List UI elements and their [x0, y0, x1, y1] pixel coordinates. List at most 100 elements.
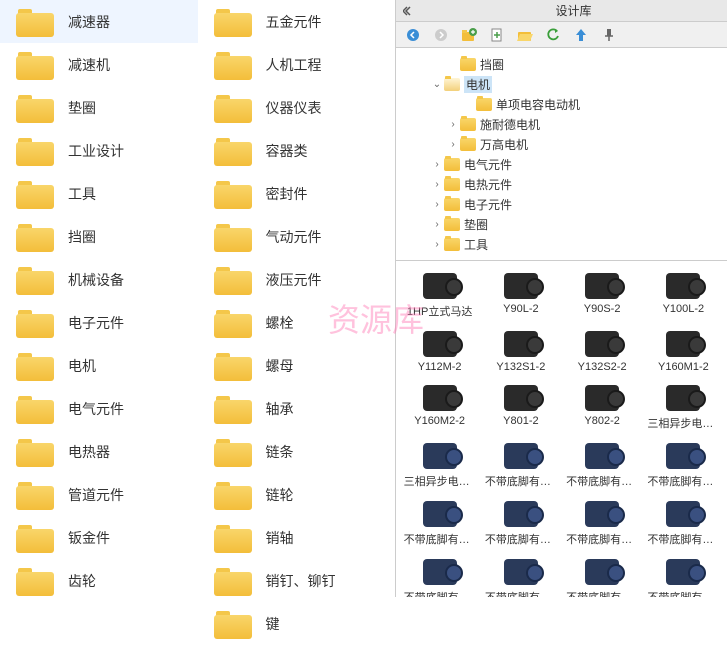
motor-thumbnail-icon: [504, 273, 538, 299]
folder-label: 电子元件: [68, 313, 124, 333]
folder-item[interactable]: 减速器: [0, 0, 198, 43]
tree-twisty-icon[interactable]: ›: [430, 159, 444, 170]
motor-thumbnail-icon: [666, 443, 700, 469]
folder-label: 仪器仪表: [266, 98, 322, 118]
tree-twisty-icon[interactable]: ›: [430, 179, 444, 190]
thumbnail-item[interactable]: Y160M2-2: [400, 381, 479, 435]
motor-thumbnail-icon: [504, 443, 538, 469]
thumbnail-item[interactable]: 不带底脚有凸缘电机...: [563, 439, 642, 493]
thumbnail-item[interactable]: 三相异步电动机Y2-1...: [644, 381, 723, 435]
tree-twisty-icon[interactable]: ›: [446, 139, 460, 150]
thumbnail-item[interactable]: Y132S2-2: [563, 327, 642, 377]
folder-icon: [16, 480, 54, 510]
folder-label: 气动元件: [266, 227, 322, 247]
add-file-button[interactable]: [488, 26, 506, 44]
folder-item[interactable]: 机械设备: [0, 258, 198, 301]
thumbnail-item[interactable]: Y90S-2: [563, 269, 642, 323]
folder-item[interactable]: 销钉、铆钉: [198, 559, 396, 602]
folder-item[interactable]: 电热器: [0, 430, 198, 473]
folder-item[interactable]: 电子元件: [0, 301, 198, 344]
tree-node[interactable]: ›电子元件: [396, 194, 727, 214]
tree-twisty-icon[interactable]: ›: [430, 199, 444, 210]
thumbnail-item[interactable]: 不带底脚有凸缘电机...: [644, 555, 723, 597]
tree-folder-icon: [460, 118, 476, 131]
thumbnail-item[interactable]: 不带底脚有凸缘电机...: [644, 439, 723, 493]
thumbnail-item[interactable]: Y802-2: [563, 381, 642, 435]
tree-twisty-icon[interactable]: ›: [430, 219, 444, 230]
folder-label: 链轮: [266, 485, 294, 505]
folder-item[interactable]: 挡圈: [0, 215, 198, 258]
thumbnail-item[interactable]: 不带底脚有凸缘电机...: [400, 497, 479, 551]
folder-item[interactable]: 五金元件: [198, 0, 396, 43]
nav-back-button[interactable]: [404, 26, 422, 44]
tree-node[interactable]: ›电气元件: [396, 154, 727, 174]
folder-item[interactable]: 链轮: [198, 473, 396, 516]
folder-item[interactable]: 仪器仪表: [198, 86, 396, 129]
tree-node[interactable]: ›电热元件: [396, 174, 727, 194]
thumbnail-item[interactable]: 不带底脚有凸缘电机...: [481, 439, 560, 493]
thumbnail-item[interactable]: 不带底脚有凸缘电机...: [481, 497, 560, 551]
tree-twisty-icon[interactable]: ›: [446, 119, 460, 130]
folder-item[interactable]: 螺母: [198, 344, 396, 387]
thumbnail-item[interactable]: 不带底脚有凸缘电机...: [563, 497, 642, 551]
thumbnail-item[interactable]: Y90L-2: [481, 269, 560, 323]
thumbnail-item[interactable]: 三相异步电动机Y2-1...: [400, 439, 479, 493]
up-arrow-button[interactable]: [572, 26, 590, 44]
thumbnail-item[interactable]: 不带底脚有凸缘电机...: [644, 497, 723, 551]
motor-thumbnail-icon: [423, 501, 457, 527]
thumbnail-item[interactable]: Y112M-2: [400, 327, 479, 377]
tree-node[interactable]: ›工具: [396, 234, 727, 254]
folder-item[interactable]: 气动元件: [198, 215, 396, 258]
folder-label: 密封件: [266, 184, 308, 204]
motor-thumbnail-icon: [585, 385, 619, 411]
folder-icon: [214, 523, 252, 553]
thumbnail-item[interactable]: 不带底脚有凸缘电机...: [481, 555, 560, 597]
motor-thumbnail-icon: [585, 501, 619, 527]
folder-item[interactable]: 容器类: [198, 129, 396, 172]
tree-twisty-icon[interactable]: ›: [430, 239, 444, 250]
folder-item[interactable]: 工业设计: [0, 129, 198, 172]
thumbnail-item[interactable]: Y801-2: [481, 381, 560, 435]
folder-item[interactable]: 减速机: [0, 43, 198, 86]
folder-item[interactable]: 垫圈: [0, 86, 198, 129]
folder-icon: [214, 50, 252, 80]
folder-item[interactable]: 人机工程: [198, 43, 396, 86]
folder-item[interactable]: 电气元件: [0, 387, 198, 430]
thumbnail-item[interactable]: 不带底脚有凸缘电机...: [400, 555, 479, 597]
folder-item[interactable]: 液压元件: [198, 258, 396, 301]
refresh-button[interactable]: [544, 26, 562, 44]
folder-item[interactable]: 电机: [0, 344, 198, 387]
folder-item[interactable]: 齿轮: [0, 559, 198, 602]
thumbnail-item[interactable]: Y100L-2: [644, 269, 723, 323]
motor-thumbnail-icon: [666, 273, 700, 299]
thumbnail-item[interactable]: Y132S1-2: [481, 327, 560, 377]
folder-item[interactable]: 钣金件: [0, 516, 198, 559]
thumbnail-item[interactable]: Y160M1-2: [644, 327, 723, 377]
folder-column-1: 减速器减速机垫圈工业设计工具挡圈机械设备电子元件电机电气元件电热器管道元件钣金件…: [0, 0, 198, 597]
thumbnail-item[interactable]: 1HP立式马达: [400, 269, 479, 323]
new-folder-button[interactable]: [460, 26, 478, 44]
tree-node[interactable]: ›施耐德电机: [396, 114, 727, 134]
folder-icon: [214, 265, 252, 295]
tree-node[interactable]: 单项电容电动机: [396, 94, 727, 114]
pin-button[interactable]: [600, 26, 618, 44]
folder-item[interactable]: 工具: [0, 172, 198, 215]
nav-forward-button[interactable]: [432, 26, 450, 44]
tree-twisty-icon[interactable]: ⌄: [430, 79, 444, 90]
folder-item[interactable]: 螺栓: [198, 301, 396, 344]
tree-node[interactable]: ⌄电机: [396, 74, 727, 94]
folder-item[interactable]: 管道元件: [0, 473, 198, 516]
thumbnail-item[interactable]: 不带底脚有凸缘电机...: [563, 555, 642, 597]
panel-collapse-button[interactable]: [396, 6, 420, 16]
folder-item[interactable]: 轴承: [198, 387, 396, 430]
folder-item[interactable]: 键: [198, 602, 396, 645]
folder-item[interactable]: 销轴: [198, 516, 396, 559]
tree-node[interactable]: ›万高电机: [396, 134, 727, 154]
folder-item[interactable]: 密封件: [198, 172, 396, 215]
folder-item[interactable]: 链条: [198, 430, 396, 473]
tree-node[interactable]: 挡圈: [396, 54, 727, 74]
folder-icon: [214, 394, 252, 424]
tree-node[interactable]: ›垫圈: [396, 214, 727, 234]
open-folder-button[interactable]: [516, 26, 534, 44]
folder-label: 容器类: [266, 141, 308, 161]
